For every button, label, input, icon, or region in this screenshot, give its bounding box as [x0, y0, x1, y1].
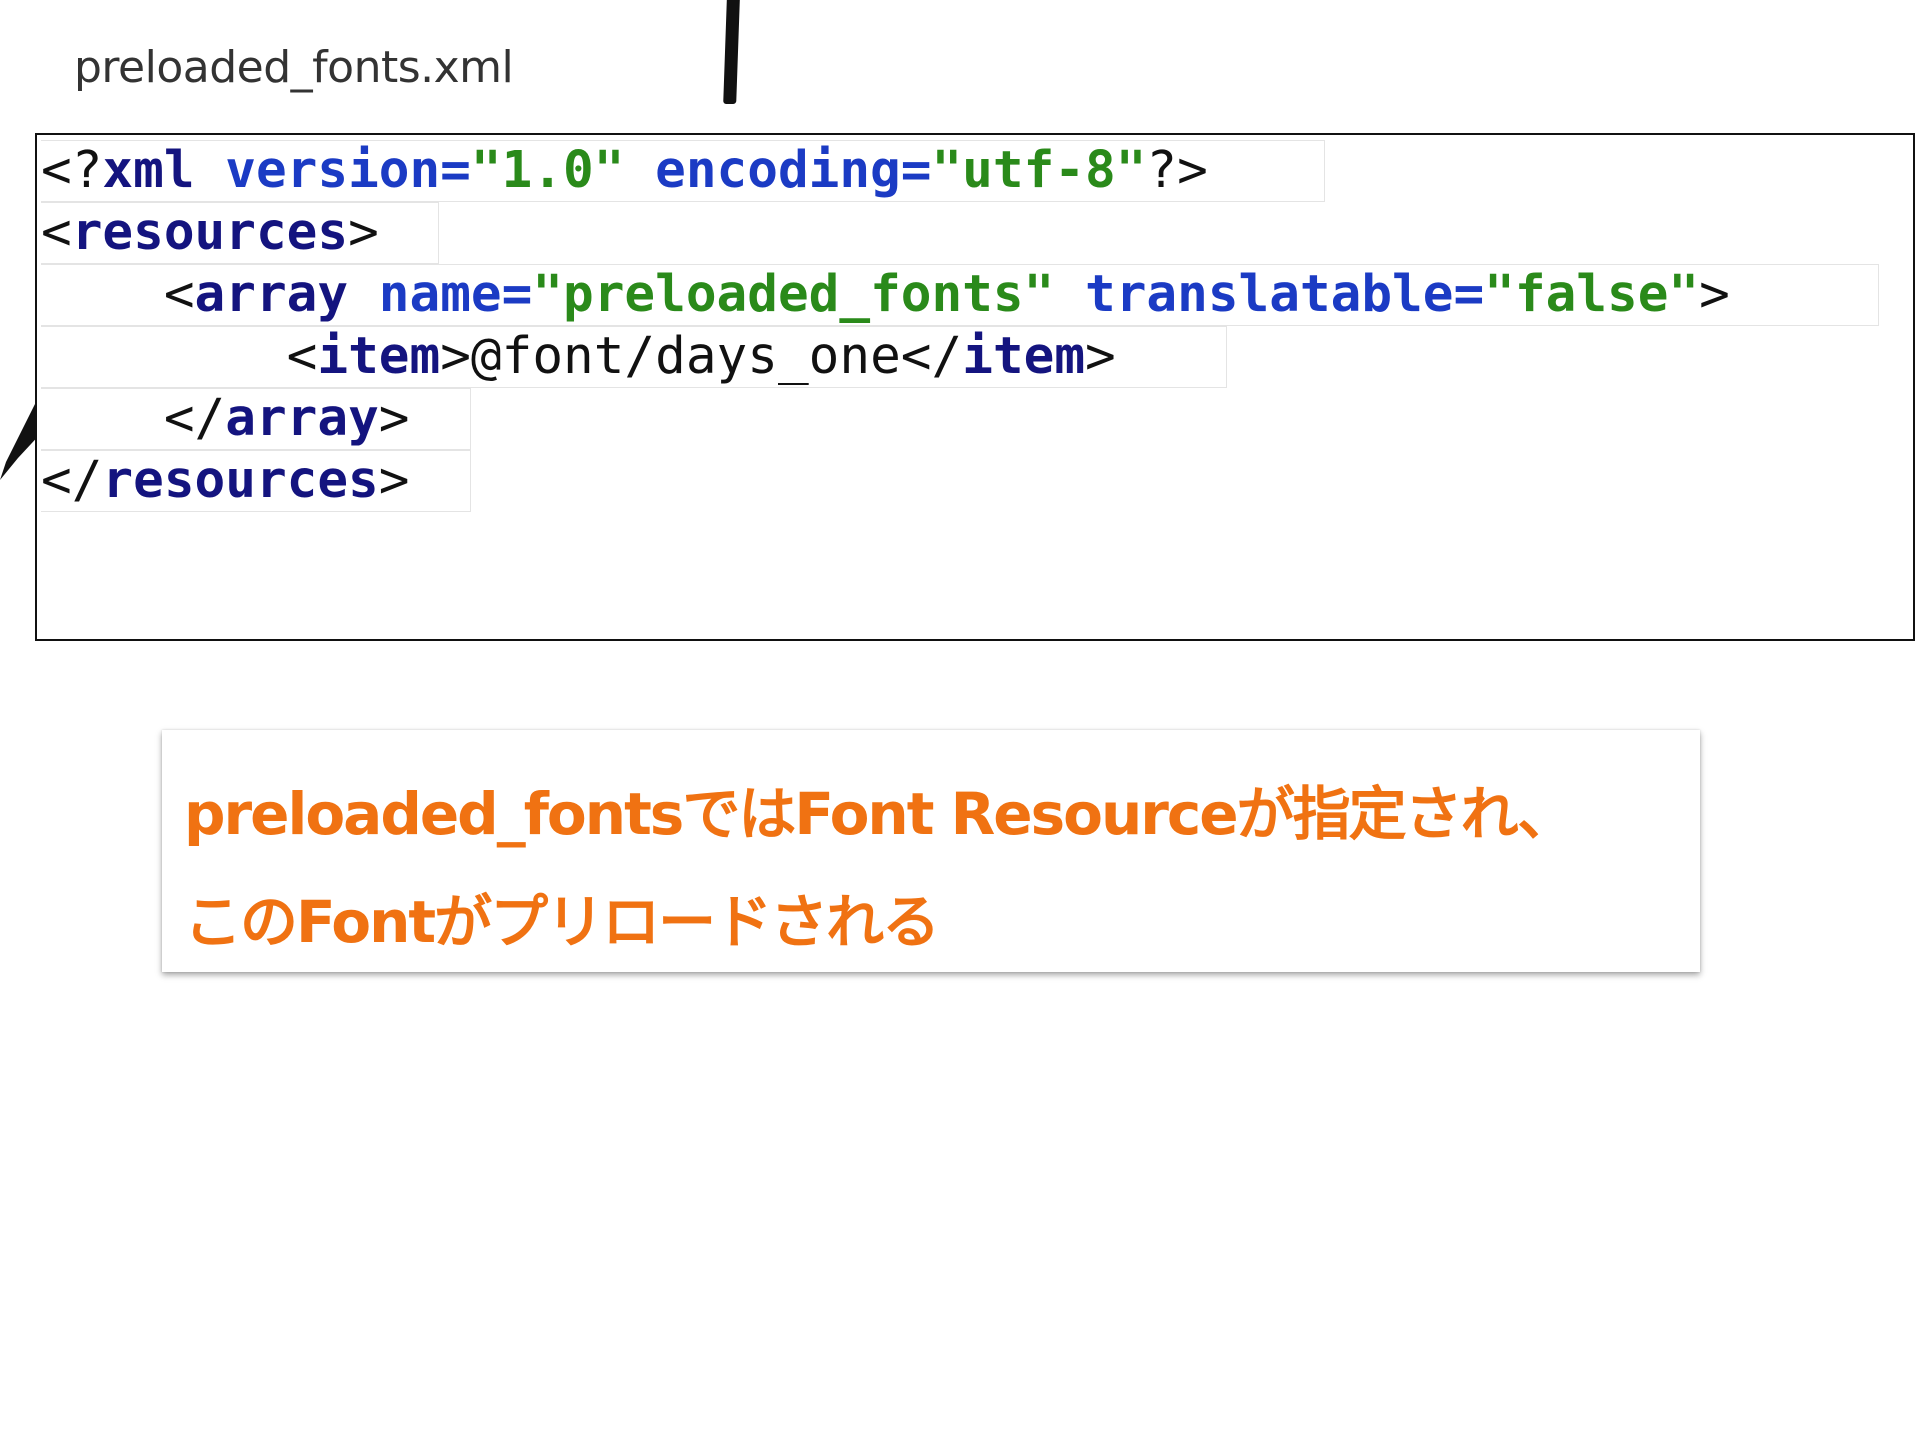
code-token: translatable= — [1054, 265, 1485, 324]
code-line-array-close: </array> — [41, 388, 471, 450]
code-token: > — [1085, 327, 1116, 386]
code-token: > — [378, 451, 410, 510]
code-token: < — [286, 327, 318, 386]
code-token: </ — [41, 451, 103, 510]
code-token: encoding= — [624, 141, 932, 200]
code-token: version= — [194, 141, 471, 200]
code-token: resources — [102, 451, 379, 510]
code-token: > — [378, 389, 410, 448]
code-line-array-open: <array name="preloaded_fonts" translatab… — [41, 264, 1879, 326]
code-token: </ — [900, 327, 963, 386]
code-token: > — [440, 327, 471, 386]
code-token: < — [41, 203, 72, 262]
code-token: item — [317, 327, 441, 386]
code-token: < — [163, 265, 195, 324]
code-token: array — [194, 265, 349, 324]
code-line-resources-open: <resources> — [41, 202, 439, 264]
code-token: xml — [102, 141, 195, 200]
code-token: "preloaded_fonts" — [532, 265, 1055, 324]
code-line-resources-close: </resources> — [41, 450, 471, 512]
note-text-line: preloaded_fontsではFont Resourceが指定され、 — [184, 780, 1575, 848]
code-token: item — [962, 327, 1086, 386]
code-token: @font/days_one — [470, 327, 901, 386]
code-token: > — [1699, 265, 1730, 324]
connector-line — [723, 0, 740, 104]
code-token: </ — [163, 389, 226, 448]
code-token: > — [348, 203, 379, 262]
code-panel: <?xml version="1.0" encoding="utf-8"?> <… — [35, 133, 1915, 641]
code-line-item: <item>@font/days_one</item> — [41, 326, 1227, 388]
code-line-xml-declaration: <?xml version="1.0" encoding="utf-8"?> — [41, 140, 1325, 202]
code-token: "utf-8" — [931, 141, 1147, 200]
code-token: array — [225, 389, 379, 448]
code-token: ?> — [1146, 141, 1208, 200]
code-token: "1.0" — [470, 141, 625, 200]
note-callout: preloaded_fontsではFont Resourceが指定され、 このF… — [162, 730, 1700, 972]
note-text-line: このFontがプリロードされる — [184, 888, 940, 956]
code-token: "false" — [1484, 265, 1700, 324]
code-token: name= — [348, 265, 533, 324]
file-name-label: preloaded_fonts.xml — [74, 42, 514, 93]
code-token: resources — [71, 203, 349, 262]
code-token: <? — [41, 141, 103, 200]
